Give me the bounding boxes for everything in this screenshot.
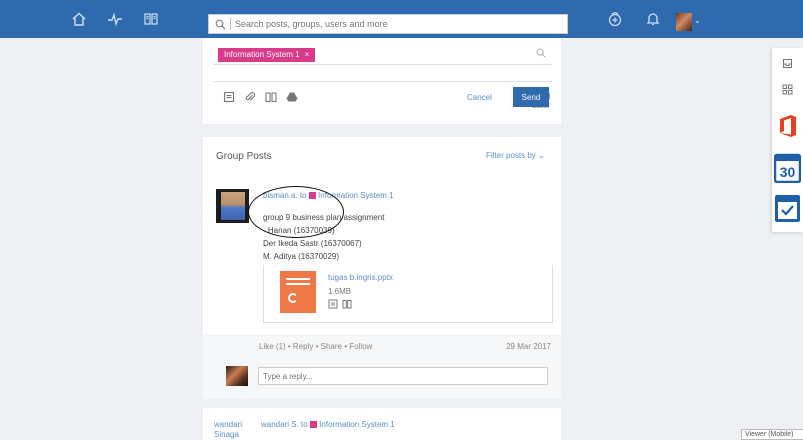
attachment-size: 1.6MB — [328, 287, 352, 296]
home-icon[interactable] — [70, 10, 88, 28]
tag-remove-icon[interactable]: × — [305, 50, 310, 59]
post-footer: Like (1) • Reply • Share • Follow 29 Mar… — [203, 334, 561, 399]
top-nav-bar: ⌄ — [0, 0, 803, 38]
cancel-button[interactable]: Cancel — [467, 93, 492, 102]
file-icon[interactable] — [223, 91, 235, 103]
author-link[interactable]: bisman a. to — [263, 191, 307, 200]
reply-input[interactable] — [258, 367, 548, 385]
group-recipient-field[interactable]: Information System 1 × — [214, 44, 552, 65]
post-author-line: wandari S. to Information System 1 — [261, 420, 395, 429]
activity-icon[interactable] — [106, 10, 124, 28]
app-dock: 30 — [772, 48, 803, 232]
search-input[interactable] — [235, 16, 555, 32]
author-link[interactable]: wandari S. to — [261, 420, 308, 429]
calendar-icon[interactable]: 30 — [772, 153, 803, 183]
post-actions[interactable]: Like (1) • Reply • Share • Follow — [259, 342, 372, 351]
post-text-line: M. Aditya (16370029) — [263, 252, 340, 261]
author-name[interactable]: wandari Sinaga — [214, 420, 242, 440]
file-icon[interactable] — [328, 299, 338, 309]
section-title: Group Posts — [216, 151, 272, 162]
filter-posts-dropdown[interactable]: Filter posts by ⌄ — [486, 151, 545, 160]
apps-grid-icon[interactable] — [772, 84, 803, 95]
send-button[interactable]: Send — [513, 87, 549, 107]
search-icon — [215, 19, 226, 30]
group-tag-label: Information System 1 — [224, 50, 300, 59]
book-icon[interactable] — [142, 10, 160, 28]
group-link[interactable]: Information System 1 — [319, 420, 395, 429]
post-text-line: - Hanan (16370039) — [263, 226, 335, 235]
divider — [214, 81, 552, 82]
group-marker-icon — [309, 421, 317, 428]
post-author-line: bisman a. to Information System 1 — [263, 191, 394, 200]
search-bar[interactable] — [208, 14, 568, 34]
post-text-line: Der Ikeda Sastr (16370067) — [263, 239, 362, 248]
office-icon[interactable] — [772, 114, 803, 138]
paperclip-icon[interactable] — [244, 91, 256, 103]
powerpoint-file-icon — [280, 271, 316, 313]
author-first-name: wandari — [214, 420, 243, 429]
attachment-name[interactable]: tugas b.ingris.pptx — [328, 273, 393, 282]
book-icon[interactable] — [342, 299, 352, 309]
group-tag[interactable]: Information System 1 × — [218, 48, 316, 62]
group-marker-icon — [308, 192, 316, 199]
attachment-card[interactable]: tugas b.ingris.pptx 1.6MB — [263, 265, 553, 323]
book-icon[interactable] — [265, 91, 277, 103]
inbox-icon[interactable] — [772, 58, 803, 69]
author-last-name: Sinaga — [214, 430, 239, 439]
group-posts-card: Group Posts Filter posts by ⌄ bisman a. … — [203, 137, 561, 399]
post-date: 29 Mar 2017 — [506, 342, 551, 351]
chevron-down-icon[interactable]: ⌄ — [694, 16, 701, 25]
post-text-line: group 9 business plan assignment — [263, 213, 385, 222]
next-post-card: wandari Sinaga wandari S. to Information… — [203, 408, 561, 440]
search-icon — [536, 48, 546, 58]
tasks-icon[interactable] — [772, 193, 803, 223]
calendar-day: 30 — [780, 164, 796, 180]
community-icon[interactable] — [606, 10, 624, 28]
author-avatar[interactable] — [216, 189, 249, 223]
viewer-tooltip: Viewer (Mobile) — [741, 429, 803, 440]
user-avatar[interactable] — [676, 13, 692, 31]
avatar — [226, 366, 248, 386]
drive-icon[interactable] — [286, 91, 298, 103]
search-divider — [230, 18, 231, 30]
bell-icon[interactable] — [644, 10, 662, 28]
post-composer: Information System 1× Send Later Cancel … — [203, 38, 561, 124]
group-link[interactable]: Information System 1 — [318, 191, 394, 200]
